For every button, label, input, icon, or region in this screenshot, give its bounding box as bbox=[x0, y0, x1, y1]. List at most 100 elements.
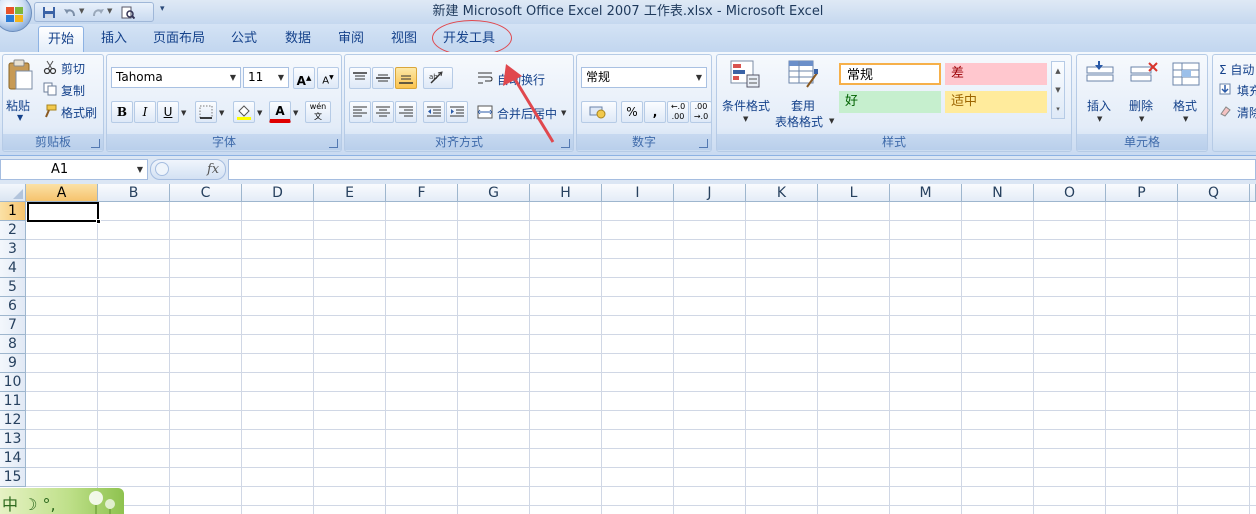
column-header-h[interactable]: H bbox=[530, 184, 602, 202]
phonetic-button[interactable]: wén 文 bbox=[305, 101, 331, 123]
name-box[interactable]: A1 ▼ bbox=[0, 159, 148, 180]
row-header-11[interactable]: 11 bbox=[0, 392, 26, 411]
format-cells-button[interactable]: 格式 bbox=[1173, 97, 1197, 114]
row-header-6[interactable]: 6 bbox=[0, 297, 26, 316]
row-header-5[interactable]: 5 bbox=[0, 278, 26, 297]
column-header-o[interactable]: O bbox=[1034, 184, 1106, 202]
increase-indent-button[interactable] bbox=[446, 101, 468, 123]
row-header-14[interactable]: 14 bbox=[0, 449, 26, 468]
conditional-formatting-button[interactable]: 条件格式 bbox=[722, 97, 770, 114]
active-cell[interactable] bbox=[27, 202, 99, 222]
tab-page-layout[interactable]: 页面布局 bbox=[146, 26, 212, 52]
comma-button[interactable]: , bbox=[644, 101, 666, 123]
cell-style-neutral[interactable]: 适中 bbox=[945, 91, 1047, 113]
paste-icon[interactable] bbox=[6, 59, 34, 91]
font-size-combo[interactable]: 11 ▼ bbox=[243, 67, 289, 88]
clear-button[interactable]: 清除 bbox=[1237, 104, 1256, 121]
print-preview-icon[interactable] bbox=[121, 6, 135, 19]
ime-toolbar[interactable]: 中 ☽ °, bbox=[0, 488, 124, 514]
column-header-p[interactable]: P bbox=[1106, 184, 1178, 202]
redo-dropdown-icon[interactable]: ▼ bbox=[107, 7, 112, 15]
row-header-1[interactable]: 1 bbox=[0, 202, 26, 221]
format-as-table-dropdown-icon[interactable]: ▼ bbox=[829, 117, 834, 125]
fill-color-dropdown-icon[interactable]: ▼ bbox=[257, 109, 262, 117]
tab-view[interactable]: 视图 bbox=[382, 26, 426, 52]
column-header-k[interactable]: K bbox=[746, 184, 818, 202]
paste-button[interactable]: 粘贴 bbox=[6, 97, 30, 114]
shrink-font-button[interactable]: A▼ bbox=[317, 67, 339, 89]
tab-data[interactable]: 数据 bbox=[276, 26, 320, 52]
cell-style-normal[interactable]: 常规 bbox=[839, 63, 941, 85]
row-header-13[interactable]: 13 bbox=[0, 430, 26, 449]
row-header-8[interactable]: 8 bbox=[0, 335, 26, 354]
orientation-button[interactable]: ab bbox=[423, 67, 453, 89]
align-bottom-button[interactable] bbox=[395, 67, 417, 89]
cell-style-bad[interactable]: 差 bbox=[945, 63, 1047, 85]
worksheet-grid[interactable]: ABCDEFGHIJKLMNOPQ 1 2 3 4 5 6 7 8 9 10 11 12 13 14 15 bbox=[0, 184, 1256, 514]
row-header-9[interactable]: 9 bbox=[0, 354, 26, 373]
formula-input[interactable] bbox=[228, 159, 1256, 180]
merge-center-dropdown-icon[interactable]: ▼ bbox=[561, 109, 566, 117]
italic-button[interactable]: I bbox=[134, 101, 156, 123]
row-header-2[interactable]: 2 bbox=[0, 221, 26, 240]
fill-color-button[interactable] bbox=[233, 101, 255, 123]
column-header-l[interactable]: L bbox=[818, 184, 890, 202]
column-header-f[interactable]: F bbox=[386, 184, 458, 202]
bold-button[interactable]: B bbox=[111, 101, 133, 123]
customize-qat-icon[interactable]: ▾ bbox=[160, 4, 165, 14]
format-painter-button[interactable]: 格式刷 bbox=[61, 104, 97, 121]
column-header-q[interactable]: Q bbox=[1178, 184, 1250, 202]
align-middle-button[interactable] bbox=[372, 67, 394, 89]
save-icon[interactable] bbox=[42, 6, 56, 19]
column-header-i[interactable]: I bbox=[602, 184, 674, 202]
row-header-10[interactable]: 10 bbox=[0, 373, 26, 392]
insert-cells-button[interactable]: 插入 bbox=[1087, 97, 1111, 114]
font-color-dropdown-icon[interactable]: ▼ bbox=[293, 109, 298, 117]
column-header-d[interactable]: D bbox=[242, 184, 314, 202]
cut-button[interactable]: 剪切 bbox=[61, 60, 85, 77]
align-center-button[interactable] bbox=[372, 101, 394, 123]
format-as-table-label-1[interactable]: 套用 bbox=[791, 97, 815, 114]
wrap-text-button[interactable]: 自动换行 bbox=[497, 71, 545, 88]
column-header-m[interactable]: M bbox=[890, 184, 962, 202]
format-dropdown-icon[interactable]: ▼ bbox=[1183, 115, 1188, 123]
clipboard-launcher-icon[interactable] bbox=[91, 139, 100, 148]
borders-button[interactable] bbox=[195, 101, 217, 123]
underline-dropdown-icon[interactable]: ▼ bbox=[181, 109, 186, 117]
number-launcher-icon[interactable] bbox=[699, 139, 708, 148]
borders-dropdown-icon[interactable]: ▼ bbox=[219, 109, 224, 117]
increase-decimal-button[interactable]: ←.0.00 bbox=[667, 101, 689, 123]
column-header-c[interactable]: C bbox=[170, 184, 242, 202]
align-left-button[interactable] bbox=[349, 101, 371, 123]
tab-insert[interactable]: 插入 bbox=[92, 26, 136, 52]
row-header-7[interactable]: 7 bbox=[0, 316, 26, 335]
insert-dropdown-icon[interactable]: ▼ bbox=[1097, 115, 1102, 123]
font-launcher-icon[interactable] bbox=[329, 139, 338, 148]
underline-button[interactable]: U bbox=[157, 101, 179, 123]
decrease-decimal-button[interactable]: .00 →.0 bbox=[690, 101, 712, 123]
styles-gallery-scroll[interactable]: ▲ ▼ ▾ bbox=[1051, 61, 1065, 119]
merge-center-button[interactable]: 合并后居中 bbox=[497, 105, 557, 122]
number-format-combo[interactable]: 常规 ▼ bbox=[581, 67, 707, 88]
row-header-3[interactable]: 3 bbox=[0, 240, 26, 259]
alignment-launcher-icon[interactable] bbox=[561, 139, 570, 148]
row-header-15[interactable]: 15 bbox=[0, 468, 26, 487]
select-all-corner[interactable] bbox=[0, 184, 26, 202]
redo-icon[interactable] bbox=[91, 6, 105, 19]
column-header-n[interactable]: N bbox=[962, 184, 1034, 202]
format-as-table-button[interactable]: 表格格式 bbox=[775, 113, 823, 130]
tab-review[interactable]: 审阅 bbox=[329, 26, 373, 52]
column-header-b[interactable]: B bbox=[98, 184, 170, 202]
percent-button[interactable]: % bbox=[621, 101, 643, 123]
undo-dropdown-icon[interactable]: ▼ bbox=[79, 7, 84, 15]
fill-handle[interactable] bbox=[96, 219, 101, 224]
fill-button[interactable]: 填充 bbox=[1237, 82, 1256, 99]
column-header-j[interactable]: J bbox=[674, 184, 746, 202]
delete-dropdown-icon[interactable]: ▼ bbox=[1139, 115, 1144, 123]
copy-button[interactable]: 复制 bbox=[61, 82, 85, 99]
tab-formulas[interactable]: 公式 bbox=[222, 26, 266, 52]
insert-function-button[interactable]: fx bbox=[207, 160, 219, 179]
cell-style-good[interactable]: 好 bbox=[839, 91, 941, 113]
delete-cells-button[interactable]: 删除 bbox=[1129, 97, 1153, 114]
grow-font-button[interactable]: A▲ bbox=[293, 67, 315, 89]
